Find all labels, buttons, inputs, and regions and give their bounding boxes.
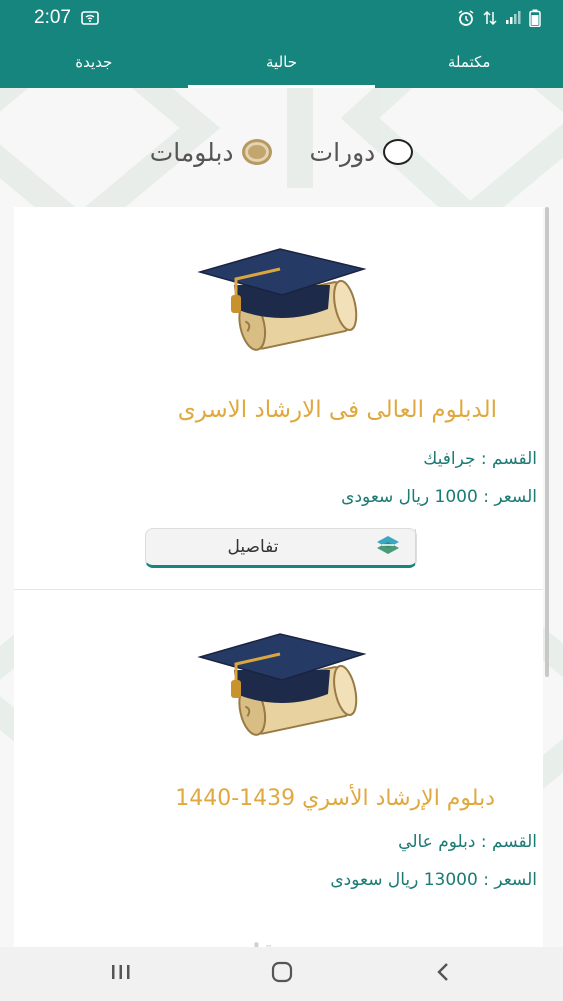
back-button[interactable] xyxy=(413,954,473,994)
recent-apps-button[interactable] xyxy=(91,954,151,994)
list-item[interactable]: الدبلوم العالى فى الارشاد الاسرى القسم :… xyxy=(14,207,543,590)
data-arrows-icon xyxy=(483,10,497,26)
diploma-list[interactable]: الدبلوم العالى فى الارشاد الاسرى القسم :… xyxy=(14,207,543,948)
details-button[interactable]: تفاصيل xyxy=(145,528,417,568)
system-nav-bar xyxy=(0,947,563,1001)
alarm-icon xyxy=(457,10,475,26)
clock: 2:07 xyxy=(34,7,71,28)
tab-new[interactable]: جديدة xyxy=(0,36,188,88)
pattern-logo-icon xyxy=(375,534,401,560)
battery-icon xyxy=(529,9,541,27)
home-icon xyxy=(270,960,294,988)
item-section: القسم : جرافيك xyxy=(423,449,537,469)
radio-label: دبلومات xyxy=(149,137,234,167)
item-price: السعر : 1000 ريال سعودى xyxy=(341,487,537,507)
details-icon-box xyxy=(360,529,416,565)
item-title: دبلوم الإرشاد الأسري 1439-1440 xyxy=(175,786,495,811)
status-left: 2:07 xyxy=(34,7,99,29)
radio-checked-icon xyxy=(241,139,272,165)
item-price: السعر : 13000 ريال سعودى xyxy=(330,870,537,890)
radio-unchecked-icon xyxy=(383,139,414,165)
status-bar: 2:07 xyxy=(0,0,563,36)
details-label: تفاصيل xyxy=(227,537,279,557)
radio-diplomas[interactable]: دبلومات xyxy=(150,138,272,167)
tab-label: جديدة xyxy=(75,53,113,71)
tab-label: مكتملة xyxy=(447,53,491,71)
type-filter: دورات دبلومات xyxy=(0,132,563,172)
tab-completed[interactable]: مكتملة xyxy=(375,36,563,88)
tab-current[interactable]: حالية xyxy=(187,36,376,88)
item-section: القسم : دبلوم عالي xyxy=(398,832,537,852)
tab-label: حالية xyxy=(266,53,297,71)
graduation-cap-icon xyxy=(196,247,367,369)
graduation-cap-icon xyxy=(196,632,367,754)
radio-courses[interactable]: دورات xyxy=(310,138,414,167)
item-title: الدبلوم العالى فى الارشاد الاسرى xyxy=(177,397,497,423)
home-button[interactable] xyxy=(252,954,312,994)
list-item[interactable]: دبلوم الإرشاد الأسري 1439-1440 القسم : د… xyxy=(14,590,543,948)
status-right xyxy=(457,9,541,27)
list-scrollbar[interactable] xyxy=(545,207,549,677)
recent-apps-icon xyxy=(110,963,132,985)
radio-label: دورات xyxy=(309,137,376,167)
back-icon xyxy=(435,961,451,987)
tab-bar: مكتملة حالية جديدة xyxy=(0,36,563,88)
wifi-hotspot-icon xyxy=(81,11,99,25)
signal-icon xyxy=(505,11,521,25)
